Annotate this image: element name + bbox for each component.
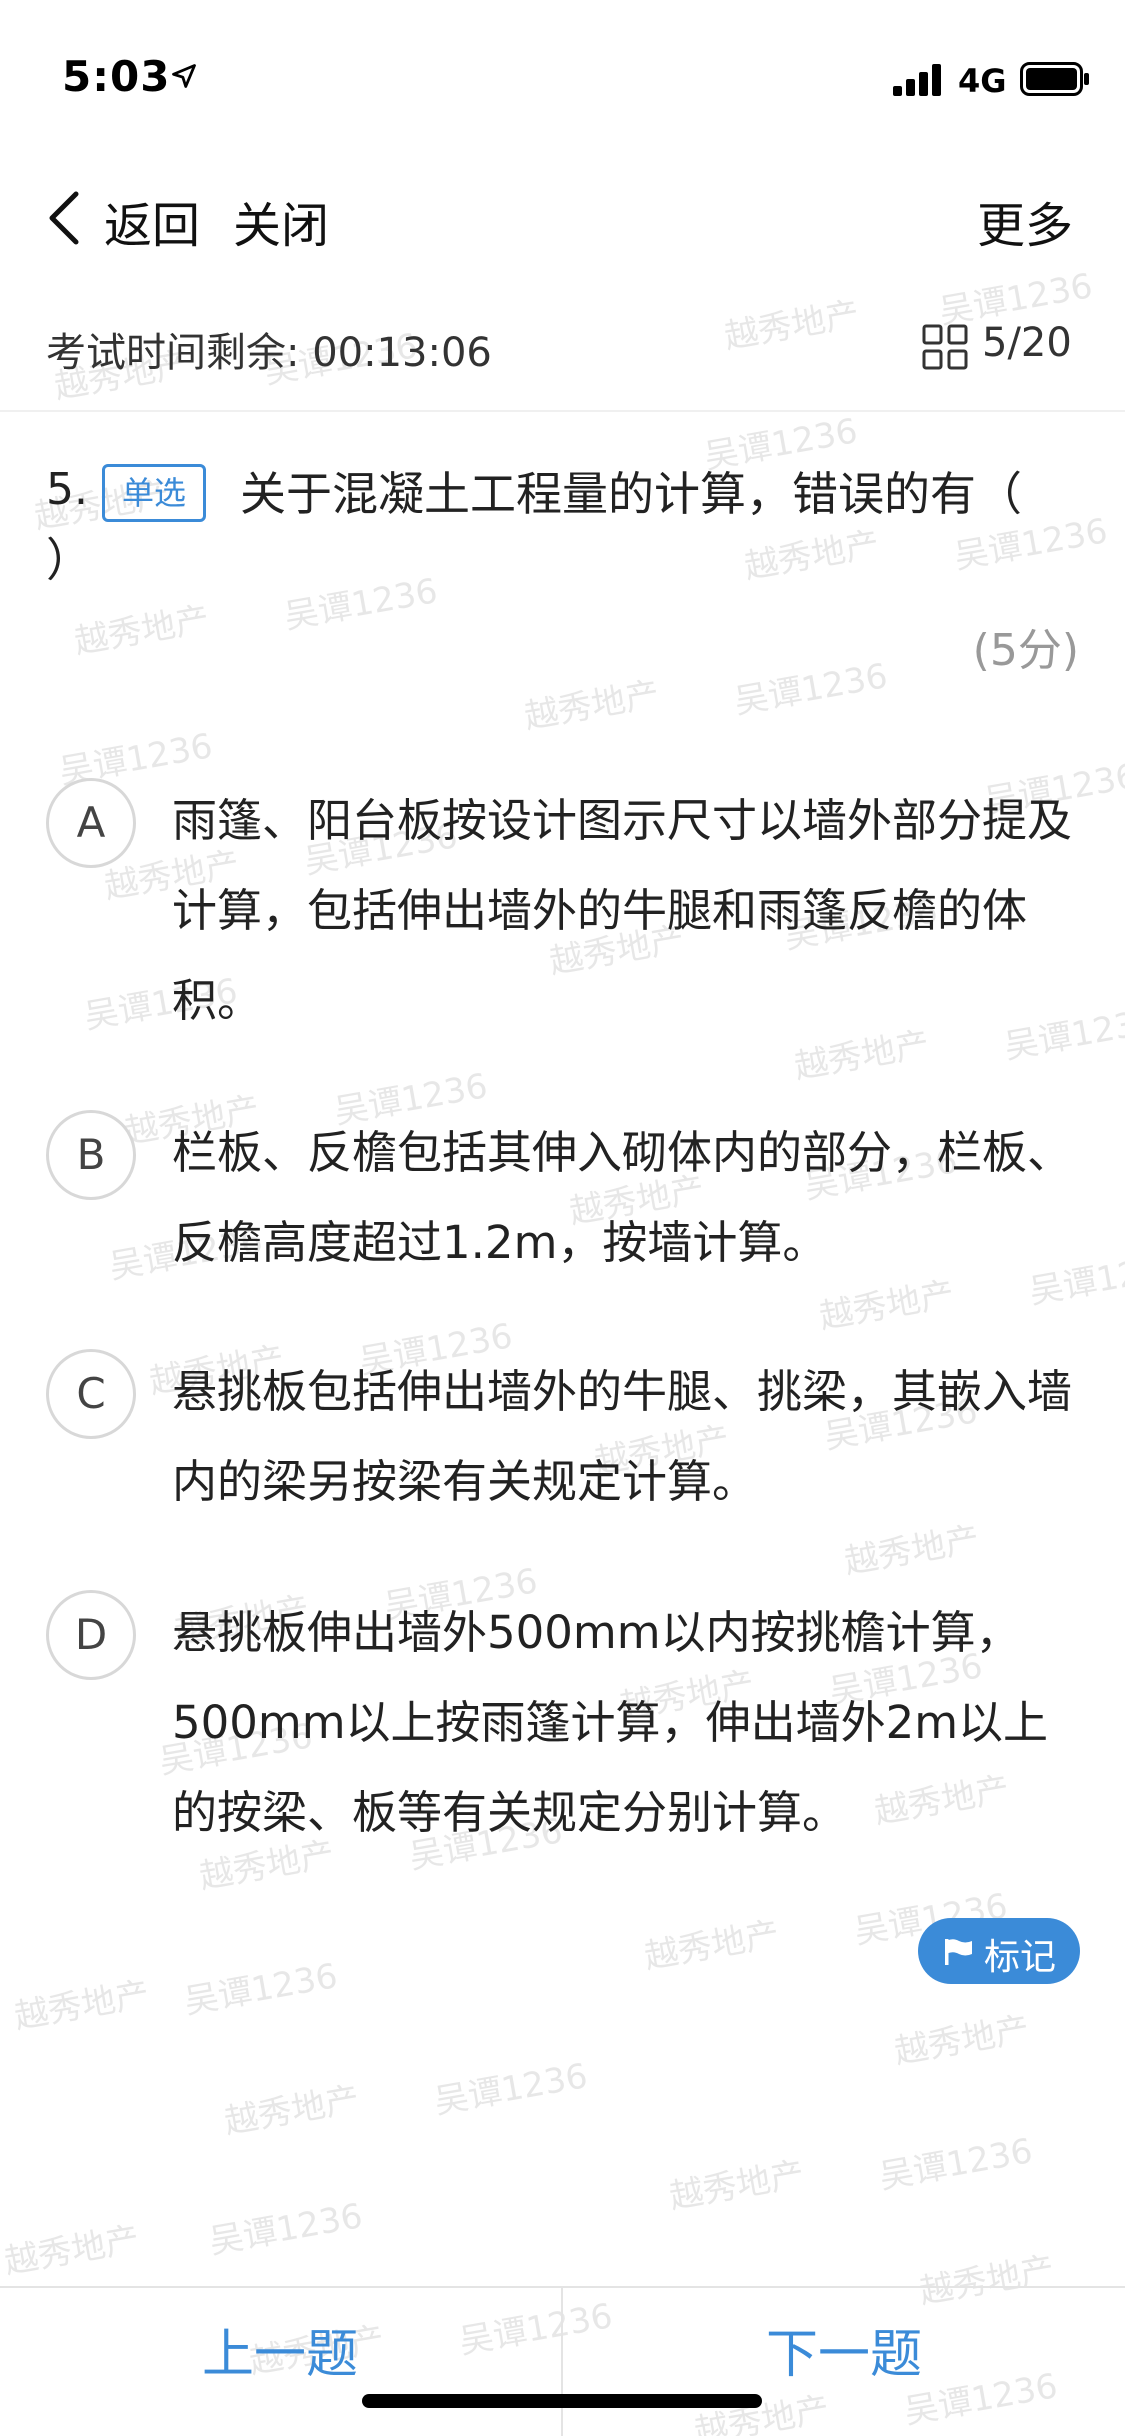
question-text: 关于混凝土工程量的计算，错误的有（ [240, 467, 1022, 521]
watermark-user: 吴谭1236 [206, 2196, 366, 2263]
option-text: 雨篷、阳台板按设计图示尺寸以墙外部分提及计算，包括伸出墙外的牛腿和雨篷反檐的体积… [172, 794, 1073, 1027]
option-text: 悬挑板包括伸出墙外的牛腿、挑梁，其嵌入墙内的梁另按梁有关规定计算。 [172, 1365, 1073, 1508]
flag-icon [945, 1939, 972, 1965]
option-letter: A [46, 778, 136, 868]
watermark-company: 越秀地产 [641, 1914, 783, 1978]
close-button[interactable]: 关闭 [233, 186, 329, 256]
watermark-company: 越秀地产 [1, 2219, 143, 2283]
question-number: 5. [46, 464, 88, 515]
mark-label: 标记 [984, 1937, 1057, 1978]
exam-timer: 考试时间剩余: 00:13:06 [46, 330, 492, 376]
status-time: 5:03 [62, 52, 171, 101]
back-button[interactable]: 返回 [104, 186, 200, 256]
network-type: 4G [958, 62, 1007, 100]
watermark-user: 吴谭1236 [431, 2056, 591, 2123]
watermark-company: 越秀地产 [891, 2009, 1033, 2073]
home-indicator[interactable] [362, 2394, 762, 2408]
mark-button[interactable]: 标记 [918, 1918, 1080, 1984]
watermark-company: 越秀地产 [666, 2154, 808, 2218]
location-arrow-icon [172, 64, 196, 88]
watermark-company: 越秀地产 [521, 674, 663, 738]
option-letter: B [46, 1110, 136, 1200]
option-text: 栏板、反檐包括其伸入砌体内的部分，栏板、反檐高度超过1.2m，按墙计算。 [172, 1126, 1073, 1269]
bottom-divider [561, 2288, 563, 2436]
watermark-user: 吴谭1236 [731, 656, 891, 723]
watermark-user: 吴谭1236 [876, 2131, 1036, 2198]
question-text-continuation: ） [46, 533, 92, 587]
question-grid-icon[interactable] [922, 324, 968, 370]
option-letter: D [46, 1590, 136, 1680]
signal-bars-icon [893, 64, 941, 96]
previous-question-button[interactable]: 上一题 [0, 2288, 560, 2436]
watermark-company: 越秀地产 [11, 1974, 153, 2038]
watermark-user: 吴谭1236 [281, 571, 441, 638]
exam-info-bar: 考试时间剩余: 00:13:06 5/20 [0, 300, 1125, 412]
question-progress[interactable]: 5/20 [982, 320, 1072, 366]
screen: 吴谭1236 越秀地产 越秀地产 吴谭1236 吴谭1236 越秀地产 越秀地产… [0, 0, 1125, 2436]
battery-full-icon [1020, 62, 1089, 96]
more-button[interactable]: 更多 [977, 186, 1073, 256]
status-bar: 5:03 4G [0, 0, 1125, 140]
watermark-company: 越秀地产 [221, 2079, 363, 2143]
option-text: 悬挑板伸出墙外500mm以内按挑檐计算，500mm以上按雨篷计算，伸出墙外2m以… [172, 1606, 1049, 1839]
question-score: (5分) [972, 625, 1079, 676]
nav-bar: 返回 关闭 更多 [0, 160, 1125, 270]
watermark-user: 吴谭1236 [181, 1956, 341, 2023]
chevron-left-icon[interactable] [44, 188, 84, 248]
watermark-company: 越秀地产 [71, 599, 213, 663]
option-letter: C [46, 1349, 136, 1439]
question-type-badge: 单选 [102, 464, 206, 522]
next-question-button[interactable]: 下一题 [564, 2288, 1124, 2436]
bottom-nav: 上一题 下一题 [0, 2286, 1125, 2436]
